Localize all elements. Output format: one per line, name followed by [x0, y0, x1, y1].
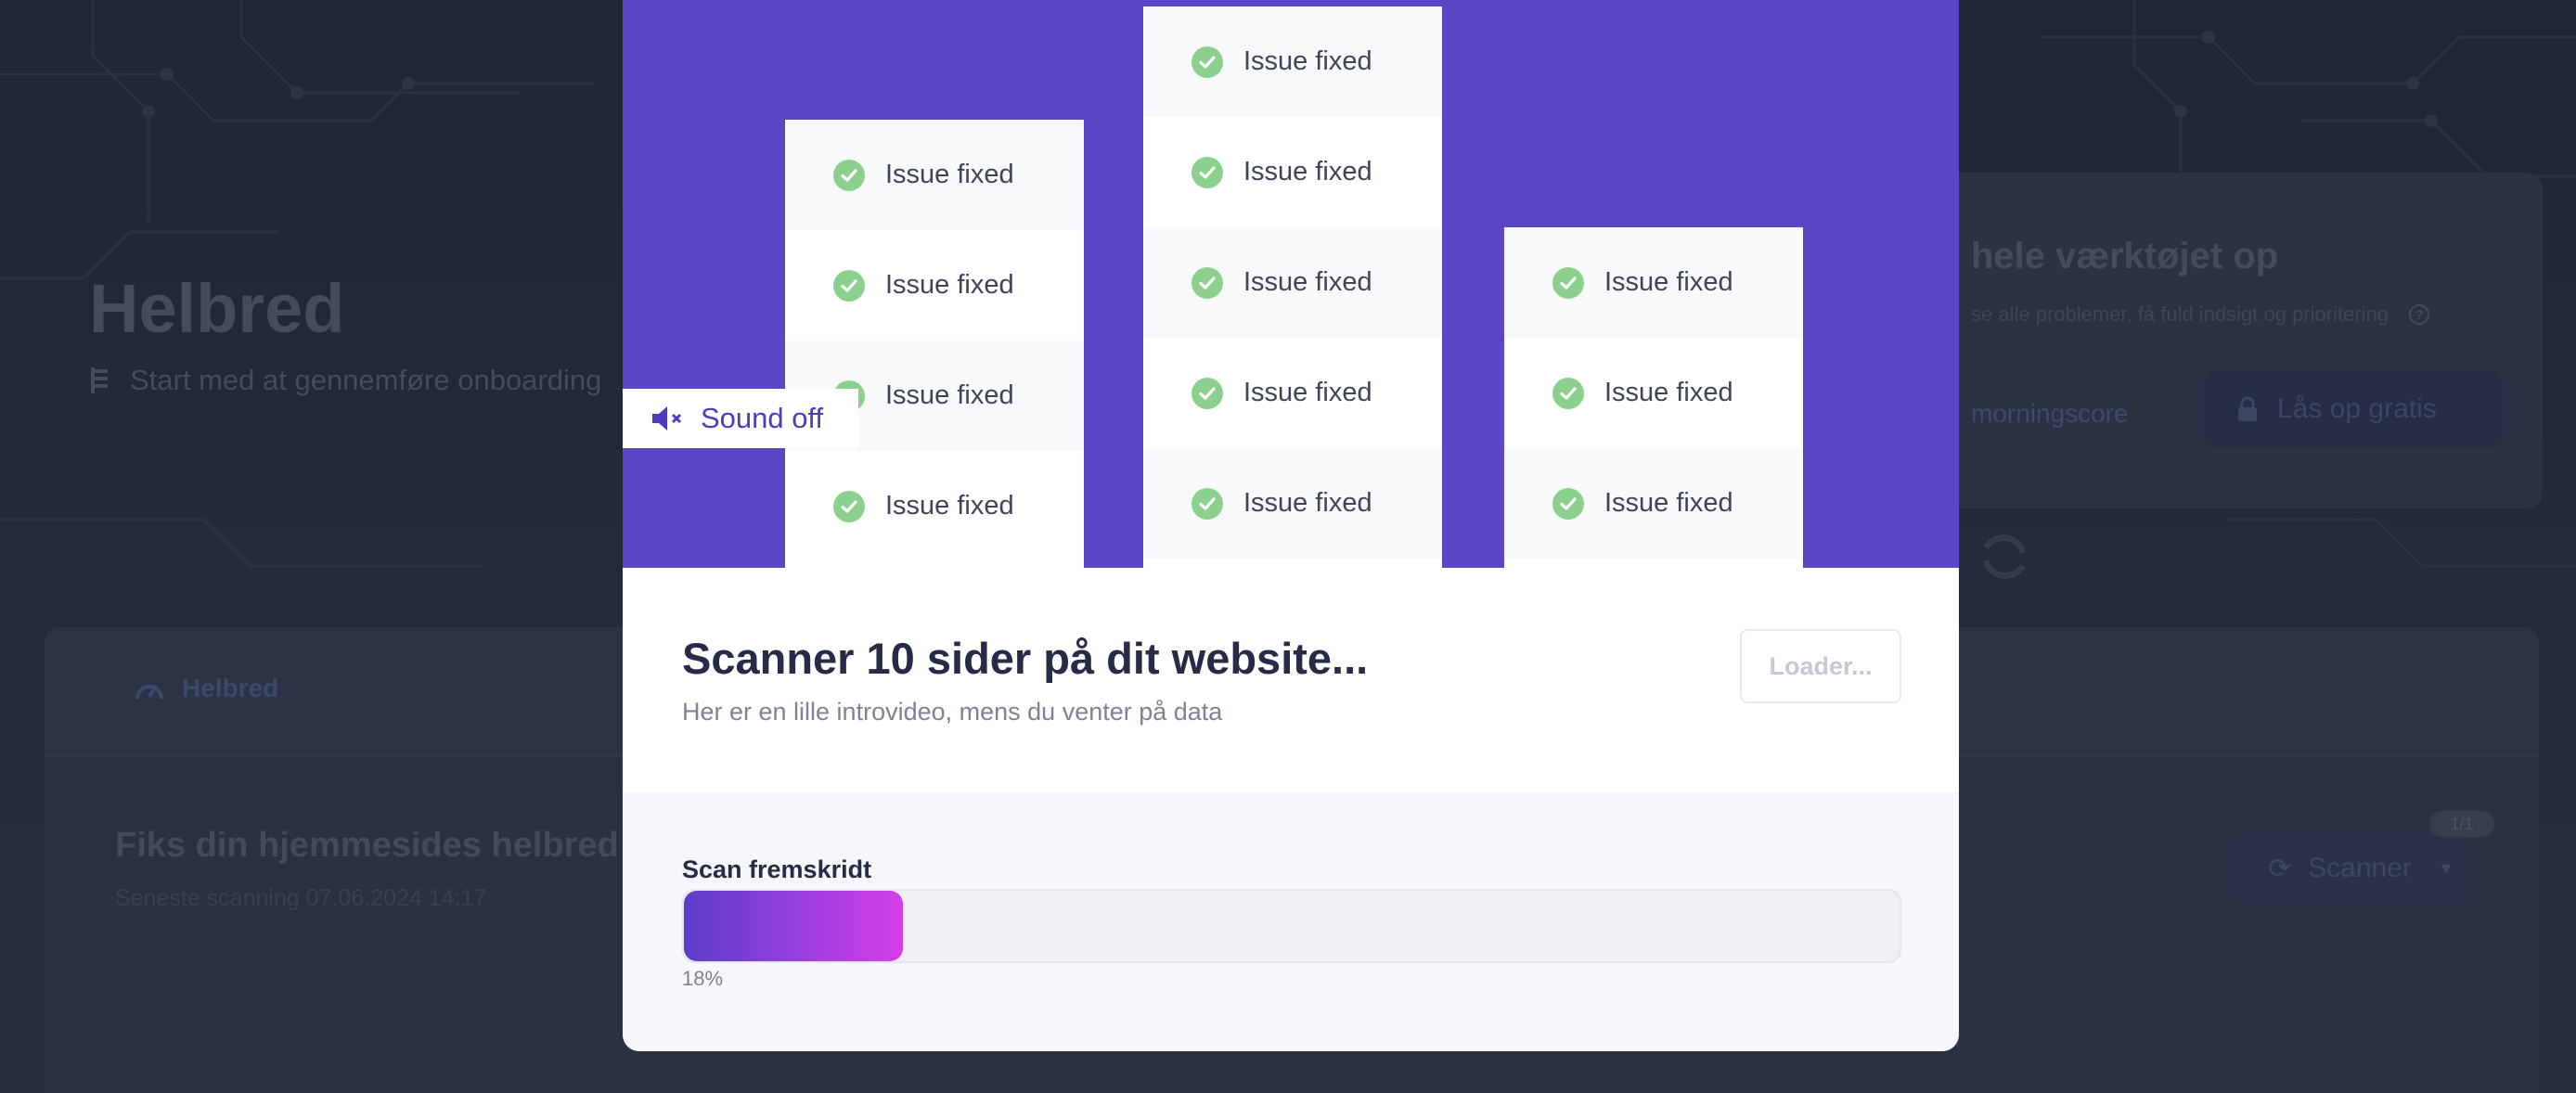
unlock-description-text: se alle problemer, få fuld indsigt og pr… — [1971, 302, 2389, 326]
onboarding-hint: Start med at gennemføre onboarding — [89, 364, 601, 397]
issue-row: Issue fixed — [1504, 227, 1803, 338]
unlock-title: hele værktøjet op — [1971, 236, 2279, 276]
unlock-free-label: Lås op gratis — [2277, 393, 2437, 424]
issue-text: Issue fixed — [1604, 378, 1733, 407]
unlock-free-button[interactable]: Lås op gratis — [2205, 371, 2502, 447]
issue-row: Issue fixed — [785, 120, 1084, 230]
issue-row: Issue fixed — [1143, 117, 1442, 227]
progress-track — [682, 889, 1901, 963]
issue-text: Issue fixed — [1243, 488, 1372, 518]
progress-fill — [684, 891, 903, 961]
tab-health-label: Helbred — [182, 674, 279, 702]
refresh-arrows-icon — [1982, 534, 2027, 579]
unlock-description: se alle problemer, få fuld indsigt og pr… — [1971, 302, 2430, 327]
issue-row: Issue fixed — [1143, 227, 1442, 338]
morningscore-link[interactable]: morningscore — [1971, 399, 2129, 429]
speaker-mute-icon — [652, 406, 682, 431]
intro-video[interactable]: Issue fixed Issue fixed Issue fixed Issue f… — [623, 0, 1959, 568]
issue-column-3: Issue fixed Issue fixed Issue fixed — [1504, 227, 1803, 568]
refresh-icon: ⟳ — [2268, 853, 2292, 884]
issue-text: Issue fixed — [885, 380, 1014, 410]
issue-text: Issue fixed — [1604, 267, 1733, 297]
check-circle-icon — [1191, 487, 1223, 520]
sound-off-button[interactable]: Sound off — [623, 389, 858, 448]
issue-text: Issue fixed — [1243, 267, 1372, 297]
check-circle-icon — [1552, 377, 1584, 409]
unlock-card: hele værktøjet op se alle problemer, få … — [1893, 173, 2543, 508]
progress-section: Scan fremskridt 18% — [623, 792, 1959, 1051]
tab-health[interactable]: Helbred — [134, 674, 278, 703]
check-circle-icon — [833, 490, 865, 522]
issue-text: Issue fixed — [1243, 157, 1372, 186]
info-icon[interactable]: ? — [2409, 304, 2430, 325]
modal-header: Scanner 10 sider på dit website... Her e… — [623, 568, 1959, 792]
scan-button-label: Scanner — [2308, 853, 2412, 883]
scan-count-badge: 1/1 — [2429, 811, 2494, 837]
onboarding-text: Start med at gennemføre onboarding — [130, 364, 602, 396]
issue-row: Issue fixed — [1504, 448, 1803, 559]
chevron-down-icon: ▼ — [2437, 858, 2454, 878]
modal-title: Scanner 10 sider på dit website... — [682, 634, 1369, 683]
check-circle-icon — [1191, 266, 1223, 299]
check-circle-icon — [833, 159, 865, 191]
issue-text: Issue fixed — [885, 160, 1014, 189]
flag-icon — [91, 367, 108, 393]
modal-subtitle: Her er en lille introvideo, mens du vent… — [682, 698, 1223, 726]
loader-button[interactable]: Loader... — [1740, 629, 1901, 703]
issue-text: Issue fixed — [885, 491, 1014, 521]
scan-button[interactable]: ⟳ Scanner ▼ — [2231, 831, 2467, 906]
sound-off-label: Sound off — [701, 402, 824, 434]
progress-percent: 18% — [682, 967, 724, 990]
fix-health-title: Fiks din hjemmesides helbred — [115, 826, 619, 865]
check-circle-icon — [1191, 377, 1223, 409]
check-circle-icon — [1552, 266, 1584, 299]
last-scan-date: Seneste scanning 07.06.2024 14:17 — [115, 885, 487, 911]
issue-text: Issue fixed — [1604, 488, 1733, 518]
issue-row: Issue fixed — [785, 451, 1084, 561]
issue-row: Issue fixed — [1143, 338, 1442, 448]
check-circle-icon — [1191, 45, 1223, 78]
lock-icon — [2238, 396, 2257, 421]
scan-modal: Issue fixed Issue fixed Issue fixed Issue f… — [623, 0, 1959, 1051]
check-circle-icon — [833, 269, 865, 302]
check-circle-icon — [1552, 487, 1584, 520]
issue-row: Issue fixed — [785, 230, 1084, 341]
issue-column-1: Issue fixed Issue fixed Issue fixed Issue f… — [785, 120, 1084, 568]
issue-text: Issue fixed — [1243, 378, 1372, 407]
issue-column-2: Issue fixed Issue fixed Issue fixed Issue f… — [1143, 6, 1442, 568]
issue-row: Issue fixed — [1504, 338, 1803, 448]
issue-row: Issue fixed — [1143, 6, 1442, 117]
issue-text: Issue fixed — [1243, 46, 1372, 76]
gauge-icon — [135, 684, 163, 700]
check-circle-icon — [1191, 156, 1223, 188]
issue-row: Issue fixed — [1143, 448, 1442, 559]
progress-label: Scan fremskridt — [682, 855, 872, 883]
issue-text: Issue fixed — [885, 270, 1014, 300]
page-title: Helbred — [89, 270, 345, 347]
